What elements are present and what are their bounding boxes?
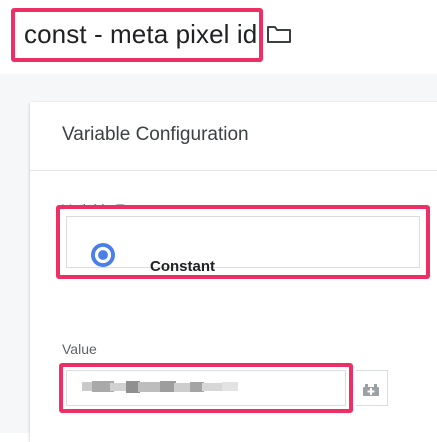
constant-type-icon <box>90 242 116 268</box>
variable-name-title[interactable]: const - meta pixel id <box>24 14 257 54</box>
value-label: Value <box>62 341 97 357</box>
variable-picker-button[interactable] <box>356 370 388 406</box>
variable-type-value: Constant <box>150 258 215 275</box>
card-heading: Variable Configuration <box>62 124 249 145</box>
add-variable-icon <box>362 383 380 402</box>
folder-icon[interactable] <box>266 24 292 44</box>
card-divider <box>30 170 437 171</box>
variable-type-selector[interactable] <box>66 216 420 268</box>
redacted-value <box>82 379 242 395</box>
